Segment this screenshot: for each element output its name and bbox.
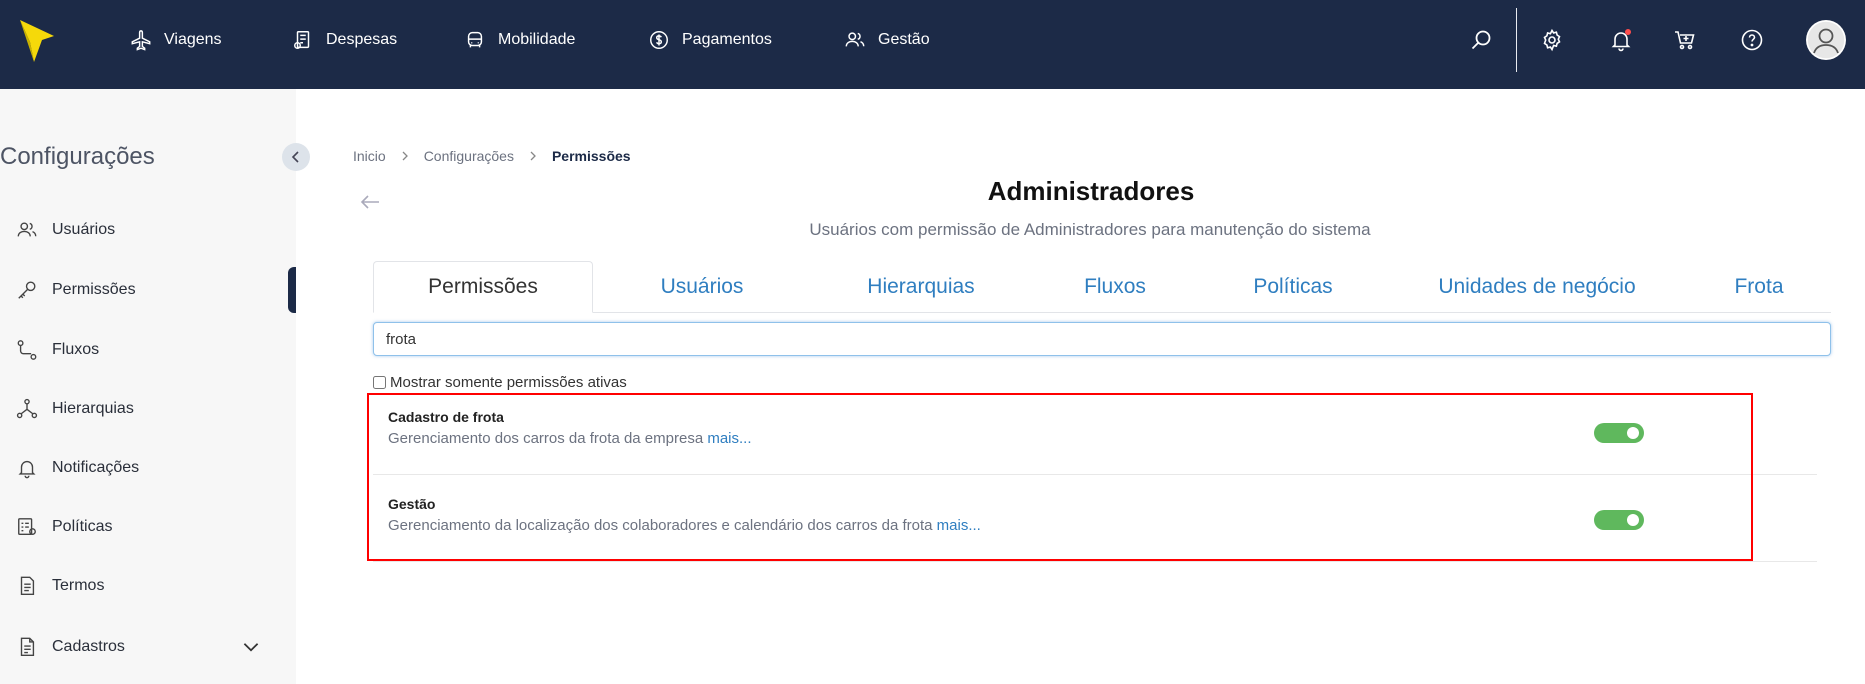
nav-label: Gestão xyxy=(878,31,930,48)
highlight-box xyxy=(367,393,1753,561)
sidebar-item-label: Permissões xyxy=(52,281,136,298)
tab-unidades-de-negocio[interactable]: Unidades de negócio xyxy=(1387,261,1687,313)
sidebar-item-notificacoes[interactable]: Notificações xyxy=(16,453,276,483)
nav-item-viagens[interactable]: Viagens xyxy=(130,27,222,53)
sidebar-item-hierarquias[interactable]: Hierarquias xyxy=(16,394,276,424)
sidebar-item-usuarios[interactable]: Usuários xyxy=(16,215,276,245)
sidebar-item-fluxos[interactable]: Fluxos xyxy=(16,335,276,365)
logo-icon[interactable] xyxy=(18,18,56,64)
car-icon xyxy=(467,31,483,48)
user-avatar[interactable] xyxy=(1806,20,1846,60)
nav-item-gestao[interactable]: Gestão xyxy=(844,27,930,53)
sidebar: Configurações Usuários Permissões Fluxos… xyxy=(0,89,296,684)
settings-button[interactable] xyxy=(1536,24,1568,56)
tab-politicas[interactable]: Políticas xyxy=(1199,261,1387,313)
help-icon xyxy=(1741,29,1763,51)
breadcrumb: Inicio Configurações Permissões xyxy=(353,148,631,164)
breadcrumb-item-configuracoes[interactable]: Configurações xyxy=(424,148,514,164)
tab-usuarios[interactable]: Usuários xyxy=(593,261,811,313)
tab-bar: Permissões Usuários Hierarquias Fluxos P… xyxy=(373,261,1831,313)
users-icon xyxy=(17,222,37,237)
page-title: Administradores xyxy=(987,176,1195,206)
tab-permissoes[interactable]: Permissões xyxy=(373,261,593,313)
chevron-right-icon xyxy=(530,151,536,161)
search-button[interactable] xyxy=(1465,24,1497,56)
chevron-down-icon[interactable] xyxy=(240,636,262,658)
nav-item-despesas[interactable]: Despesas xyxy=(292,27,397,53)
sidebar-item-permissoes[interactable]: Permissões xyxy=(16,275,276,305)
people-icon xyxy=(845,32,865,47)
collapse-sidebar-button[interactable] xyxy=(282,143,310,171)
dollar-icon xyxy=(650,31,668,49)
nav-item-mobilidade[interactable]: Mobilidade xyxy=(464,27,575,53)
sidebar-active-indicator xyxy=(288,267,296,313)
chevron-left-icon xyxy=(291,151,299,163)
sidebar-item-label: Políticas xyxy=(52,518,113,535)
sidebar-item-label: Cadastros xyxy=(52,638,125,655)
plane-icon xyxy=(131,30,151,51)
flow-icon xyxy=(17,340,37,360)
key-icon xyxy=(18,281,36,299)
gear-icon xyxy=(1543,28,1561,52)
sidebar-item-label: Fluxos xyxy=(52,341,100,358)
cart-icon xyxy=(1675,31,1695,50)
notifications-button[interactable] xyxy=(1605,24,1637,56)
sidebar-item-cadastros[interactable]: Cadastros xyxy=(16,632,276,662)
receipt-icon xyxy=(294,31,310,49)
notification-dot xyxy=(1625,29,1631,35)
sidebar-item-label: Termos xyxy=(52,577,105,594)
hierarchy-icon xyxy=(16,398,38,419)
breadcrumb-item-inicio[interactable]: Inicio xyxy=(353,148,386,164)
tab-frota[interactable]: Frota xyxy=(1687,261,1831,313)
policy-icon xyxy=(18,518,36,536)
document-icon xyxy=(20,576,35,595)
avatar-icon xyxy=(1806,20,1846,60)
nav-label: Despesas xyxy=(326,31,398,48)
nav-label: Pagamentos xyxy=(682,31,772,48)
nav-label: Mobilidade xyxy=(498,31,576,48)
help-button[interactable] xyxy=(1736,24,1768,56)
chevron-right-icon xyxy=(402,151,408,161)
sidebar-item-label: Usuários xyxy=(52,221,116,238)
search-icon xyxy=(1471,30,1491,50)
toolbar-divider xyxy=(1516,8,1517,72)
cart-button[interactable] xyxy=(1669,24,1701,56)
tab-hierarquias[interactable]: Hierarquias xyxy=(811,261,1031,313)
nav-item-pagamentos[interactable]: Pagamentos xyxy=(648,27,772,53)
page-subtitle: Usuários com permissão de Administradore… xyxy=(809,220,1371,239)
file-icon xyxy=(20,637,35,656)
nav-label: Viagens xyxy=(164,31,222,48)
breadcrumb-item-permissoes: Permissões xyxy=(551,148,631,164)
permission-search-input[interactable] xyxy=(373,322,1831,356)
sidebar-title: Configurações xyxy=(0,143,155,170)
sidebar-item-politicas[interactable]: Políticas xyxy=(16,512,276,542)
back-arrow-icon[interactable] xyxy=(358,190,382,214)
sidebar-item-termos[interactable]: Termos xyxy=(16,571,276,601)
sidebar-item-label: Notificações xyxy=(52,459,140,476)
top-navigation-bar: Viagens Despesas Mobilidade Pagamentos G… xyxy=(0,0,1865,89)
tab-fluxos[interactable]: Fluxos xyxy=(1031,261,1199,313)
sidebar-item-label: Hierarquias xyxy=(52,400,134,417)
bell-icon xyxy=(18,460,36,479)
